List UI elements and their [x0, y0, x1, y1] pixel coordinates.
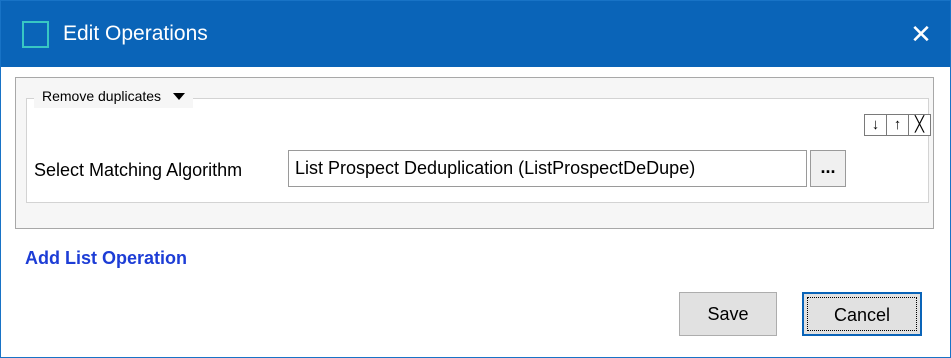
move-up-button[interactable]: ↑ [887, 115, 909, 135]
app-icon [22, 21, 49, 48]
dialog-title: Edit Operations [63, 22, 208, 45]
edit-operations-dialog: Edit Operations ✕ ↓ ↑ ╳ Remove duplicate… [0, 0, 951, 358]
cancel-button-label: Cancel [833, 305, 891, 325]
matching-algorithm-label: Select Matching Algorithm [34, 160, 243, 180]
browse-button[interactable]: ... [810, 150, 846, 187]
dropdown-arrow-icon[interactable] [173, 92, 186, 100]
add-list-operation-link[interactable]: Add List Operation [25, 247, 187, 269]
save-button[interactable]: Save [679, 292, 777, 336]
cancel-button[interactable]: Cancel [802, 292, 922, 336]
operation-type-label: Remove duplicates [42, 88, 162, 104]
remove-operation-button[interactable]: ╳ [909, 115, 930, 135]
operation-controls: ↓ ↑ ╳ [864, 114, 931, 136]
move-down-button[interactable]: ↓ [865, 115, 887, 135]
close-button[interactable]: ✕ [903, 17, 939, 51]
title-bar[interactable]: Edit Operations ✕ [1, 1, 950, 67]
matching-algorithm-input[interactable]: List Prospect Deduplication (ListProspec… [288, 150, 807, 187]
operation-type-selector[interactable]: Remove duplicates [34, 86, 194, 108]
